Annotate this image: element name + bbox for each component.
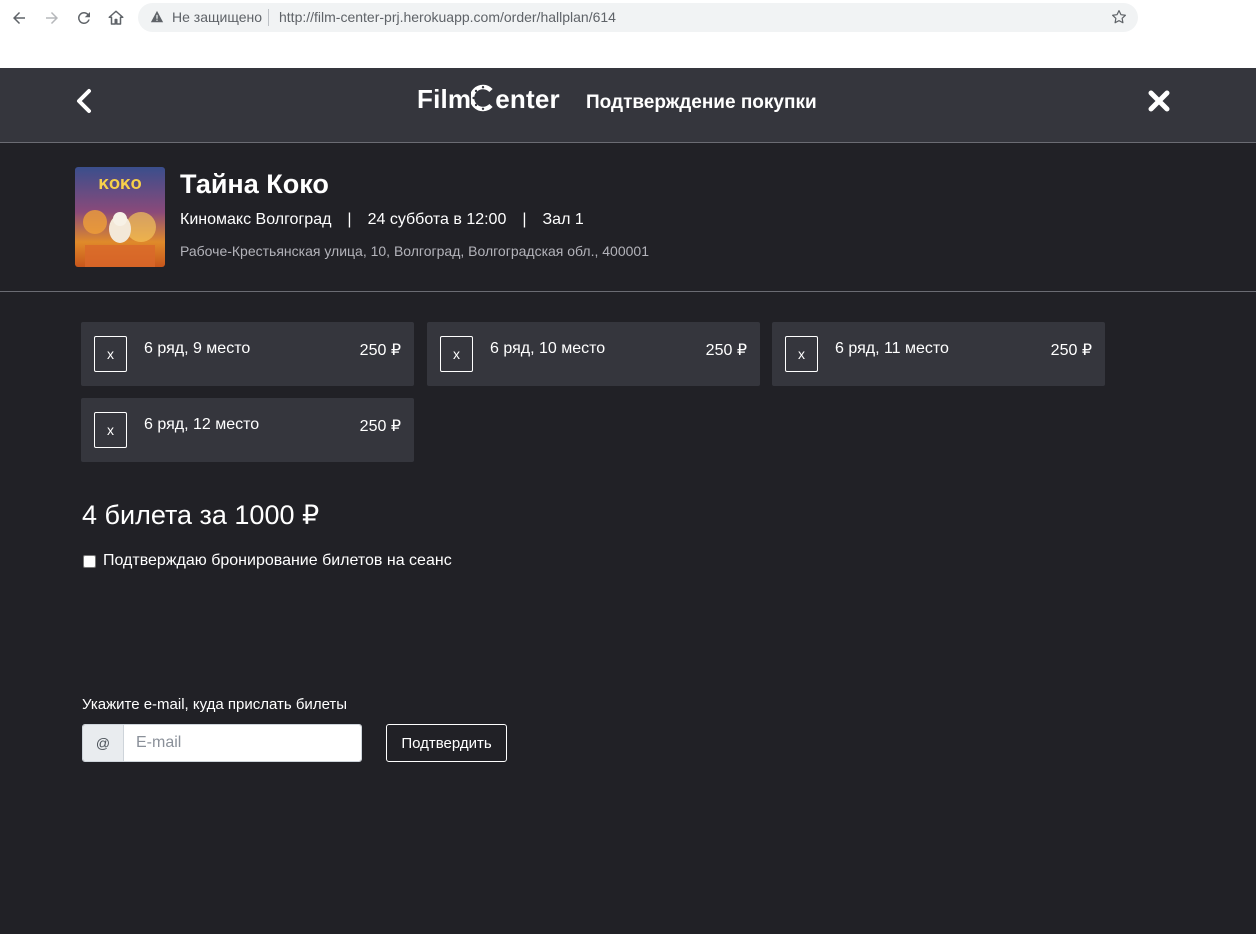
confirm-booking-checkbox[interactable]: [83, 554, 96, 568]
meta-separator: |: [347, 211, 352, 228]
ticket-seat: 6 ряд, 11 место: [835, 340, 949, 357]
remove-ticket-button[interactable]: x: [94, 412, 127, 448]
hall-name: Зал 1: [542, 211, 584, 228]
logo-text-right: enter: [495, 84, 560, 114]
url-text[interactable]: http://film-center-prj.herokuapp.com/ord…: [279, 9, 616, 25]
back-arrow-icon[interactable]: [7, 6, 31, 30]
film-info: КОКО Тайна Коко Киномакс Волгоград | 24 …: [0, 143, 1256, 292]
ticket-price: 250 ₽: [705, 342, 747, 359]
at-sign-prefix: @: [83, 725, 124, 761]
film-poster: КОКО: [75, 167, 165, 267]
ticket-card: x 6 ряд, 9 место 250 ₽: [81, 322, 414, 386]
app-header: Film enter Подтверждение покупки: [0, 68, 1256, 143]
poster-title-text: КОКО: [98, 178, 141, 193]
confirm-booking-label[interactable]: Подтверждаю бронирование билетов на сеан…: [103, 552, 452, 570]
confirm-booking-row[interactable]: Подтверждаю бронирование билетов на сеан…: [83, 552, 452, 570]
bookmark-star-icon[interactable]: [1110, 8, 1128, 26]
film-meta: Киномакс Волгоград | 24 суббота в 12:00 …: [180, 211, 584, 229]
ticket-card: x 6 ряд, 12 место 250 ₽: [81, 398, 414, 462]
filmcenter-logo[interactable]: Film enter: [417, 83, 560, 115]
cinema-name: Киномакс Волгоград: [180, 211, 332, 228]
remove-ticket-button[interactable]: x: [94, 336, 127, 372]
meta-separator: |: [522, 211, 527, 228]
ticket-seat: 6 ряд, 10 место: [490, 340, 606, 357]
logo-text-left: Film: [417, 84, 472, 114]
back-chevron-icon[interactable]: [74, 88, 94, 114]
warning-icon: [150, 10, 164, 23]
page-title: Подтверждение покупки: [586, 92, 817, 113]
forward-arrow-icon[interactable]: [40, 6, 64, 30]
reload-icon[interactable]: [72, 6, 96, 30]
ticket-price: 250 ₽: [359, 418, 401, 435]
remove-ticket-button[interactable]: x: [785, 336, 818, 372]
email-input-group: @: [82, 724, 362, 762]
address-bar[interactable]: Не защищено http://film-center-prj.herok…: [138, 3, 1138, 32]
ticket-seat: 6 ряд, 9 место: [144, 340, 251, 357]
home-icon[interactable]: [104, 6, 128, 30]
security-label: Не защищено: [172, 9, 262, 25]
email-label: Укажите e-mail, куда прислать билеты: [82, 696, 348, 713]
ticket-card: x 6 ряд, 10 место 250 ₽: [427, 322, 760, 386]
ticket-price: 250 ₽: [1050, 342, 1092, 359]
order-total: 4 билета за 1000 ₽: [82, 500, 320, 530]
confirm-button[interactable]: Подтвердить: [386, 724, 507, 762]
browser-toolbar: Не защищено http://film-center-prj.herok…: [0, 0, 1256, 68]
cinema-address: Рабоче-Крестьянская улица, 10, Волгоград…: [180, 243, 649, 259]
email-field[interactable]: [124, 725, 361, 761]
divider: [268, 9, 269, 26]
ticket-price: 250 ₽: [359, 342, 401, 359]
session-datetime: 24 суббота в 12:00: [367, 211, 507, 228]
close-icon[interactable]: [1147, 89, 1171, 113]
film-title: Тайна Коко: [180, 169, 329, 199]
film-reel-c-icon: [471, 84, 493, 112]
remove-ticket-button[interactable]: x: [440, 336, 473, 372]
ticket-card: x 6 ряд, 11 место 250 ₽: [772, 322, 1105, 386]
ticket-seat: 6 ряд, 12 место: [144, 416, 260, 433]
